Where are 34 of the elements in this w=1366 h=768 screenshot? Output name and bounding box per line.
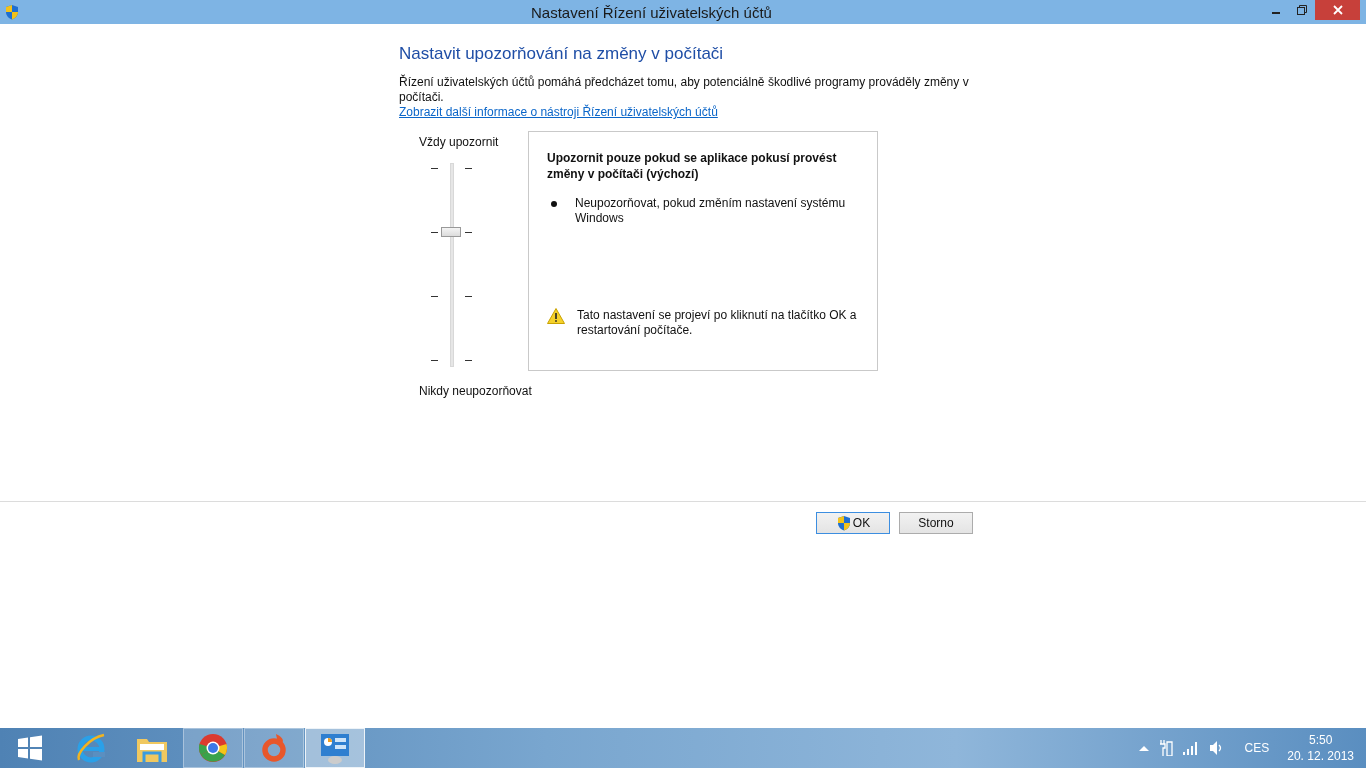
windows-logo-icon: [17, 735, 43, 761]
taskbar-button[interactable]: [183, 728, 243, 768]
signal-bars-icon: [1182, 741, 1199, 755]
taskbar-button[interactable]: [305, 728, 365, 768]
taskbar-button[interactable]: [244, 728, 304, 768]
ring-icon: [261, 733, 287, 763]
clock-time: 5:50: [1307, 732, 1334, 748]
slider-thumb[interactable]: [441, 227, 461, 237]
warning-text: Tato nastavení se projeví po kliknutí na tlačítko OK a restartování počítače.: [577, 308, 858, 338]
shield-icon: [835, 515, 852, 531]
minimize-icon: [1272, 12, 1280, 14]
warning-icon: [547, 308, 565, 324]
battery-plug-icon: [1158, 740, 1173, 756]
cancel-button[interactable]: Storno: [899, 512, 973, 534]
window-title: Nastavení Řízení uživatelských účtů: [530, 3, 773, 21]
close-icon: [1332, 5, 1343, 15]
slider-bottom-label: Nikdy neupozorňovat: [419, 383, 533, 399]
close-button[interactable]: [1315, 0, 1360, 20]
description-text: Řízení uživatelských účtů pomáhá předcházet tomu, aby potenciálně škodlivé programy prováděly změny v počítači.: [399, 75, 970, 104]
info-title: Upozornit pouze pokud se aplikace pokusí provést změny v počítači (výchozí): [547, 150, 838, 182]
info-link[interactable]: Zobrazit další informace o nástroji Řízení uživatelských účtů: [399, 105, 718, 120]
letter-e-icon: [75, 732, 107, 764]
clock-date: 20. 12. 2013: [1287, 748, 1354, 764]
control-panel-icon: [319, 732, 351, 764]
slider-top-label: Vždy upozornit: [419, 134, 500, 150]
ok-button[interactable]: OK: [816, 512, 890, 534]
restore-icon: [1297, 5, 1307, 15]
shield-icon: [4, 4, 20, 20]
speaker-icon: [1208, 740, 1223, 756]
chrome-icon: [198, 733, 228, 763]
bullet-icon: [551, 201, 557, 207]
page-heading: Nastavit upozorňování na změny v počítači: [399, 44, 724, 64]
up-arrow-icon: [1138, 745, 1149, 751]
bullet-text: Neupozorňovat, pokud změním nastavení systému Windows: [575, 196, 847, 226]
